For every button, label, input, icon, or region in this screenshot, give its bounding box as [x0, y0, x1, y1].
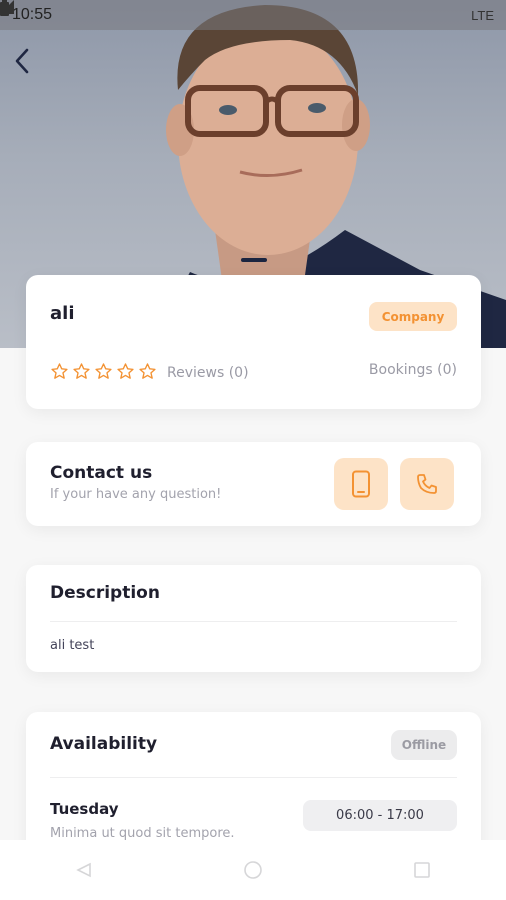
star-icon [73, 363, 90, 379]
back-button[interactable] [14, 48, 44, 82]
description-text: ali test [50, 638, 95, 653]
nav-home-button[interactable] [233, 850, 273, 890]
nav-back-button[interactable] [64, 850, 104, 890]
status-time: 10:55 [12, 6, 53, 23]
nav-recents-icon [413, 862, 430, 878]
profile-card: ali Company Reviews (0) Bookings (0) [26, 275, 481, 409]
bookings-count: Bookings (0) [368, 362, 457, 378]
status-indicators: LTE [0, 0, 494, 23]
system-nav-bar [0, 840, 506, 900]
availability-title: Availability [50, 734, 158, 754]
network-type: LTE [471, 7, 494, 23]
nav-back-icon [76, 862, 92, 878]
mobile-contact-button[interactable] [334, 458, 388, 510]
contact-card: Contact us If your have any question! [26, 442, 481, 526]
mobile-phone-icon [352, 470, 370, 498]
profile-name: ali [50, 303, 75, 324]
rating-stars [50, 362, 157, 381]
description-title: Description [50, 583, 160, 603]
status-bar: 10:55 LTE [0, 0, 506, 30]
battery-icon [0, 0, 9, 16]
star-icon [95, 363, 112, 379]
divider [50, 621, 457, 622]
nav-home-icon [244, 861, 262, 879]
reviews-link[interactable]: Reviews (0) [167, 365, 249, 381]
contact-subtitle: If your have any question! [50, 487, 222, 502]
availability-day-note: Minima ut quod sit tempore. [50, 826, 235, 841]
star-icon [51, 363, 68, 379]
company-badge: Company [369, 302, 457, 331]
phone-call-icon [417, 474, 437, 494]
divider [50, 777, 457, 778]
call-button[interactable] [400, 458, 454, 510]
star-icon [139, 363, 156, 379]
description-card: Description ali test [26, 565, 481, 672]
image-pager-indicator [241, 258, 267, 262]
nav-recents-button[interactable] [402, 850, 442, 890]
availability-day: Tuesday [50, 800, 119, 818]
star-icon [117, 363, 134, 379]
availability-hours: 06:00 - 17:00 [303, 800, 457, 831]
contact-title: Contact us [50, 463, 153, 483]
availability-status-badge: Offline [391, 730, 457, 760]
back-arrow-icon [15, 48, 29, 74]
